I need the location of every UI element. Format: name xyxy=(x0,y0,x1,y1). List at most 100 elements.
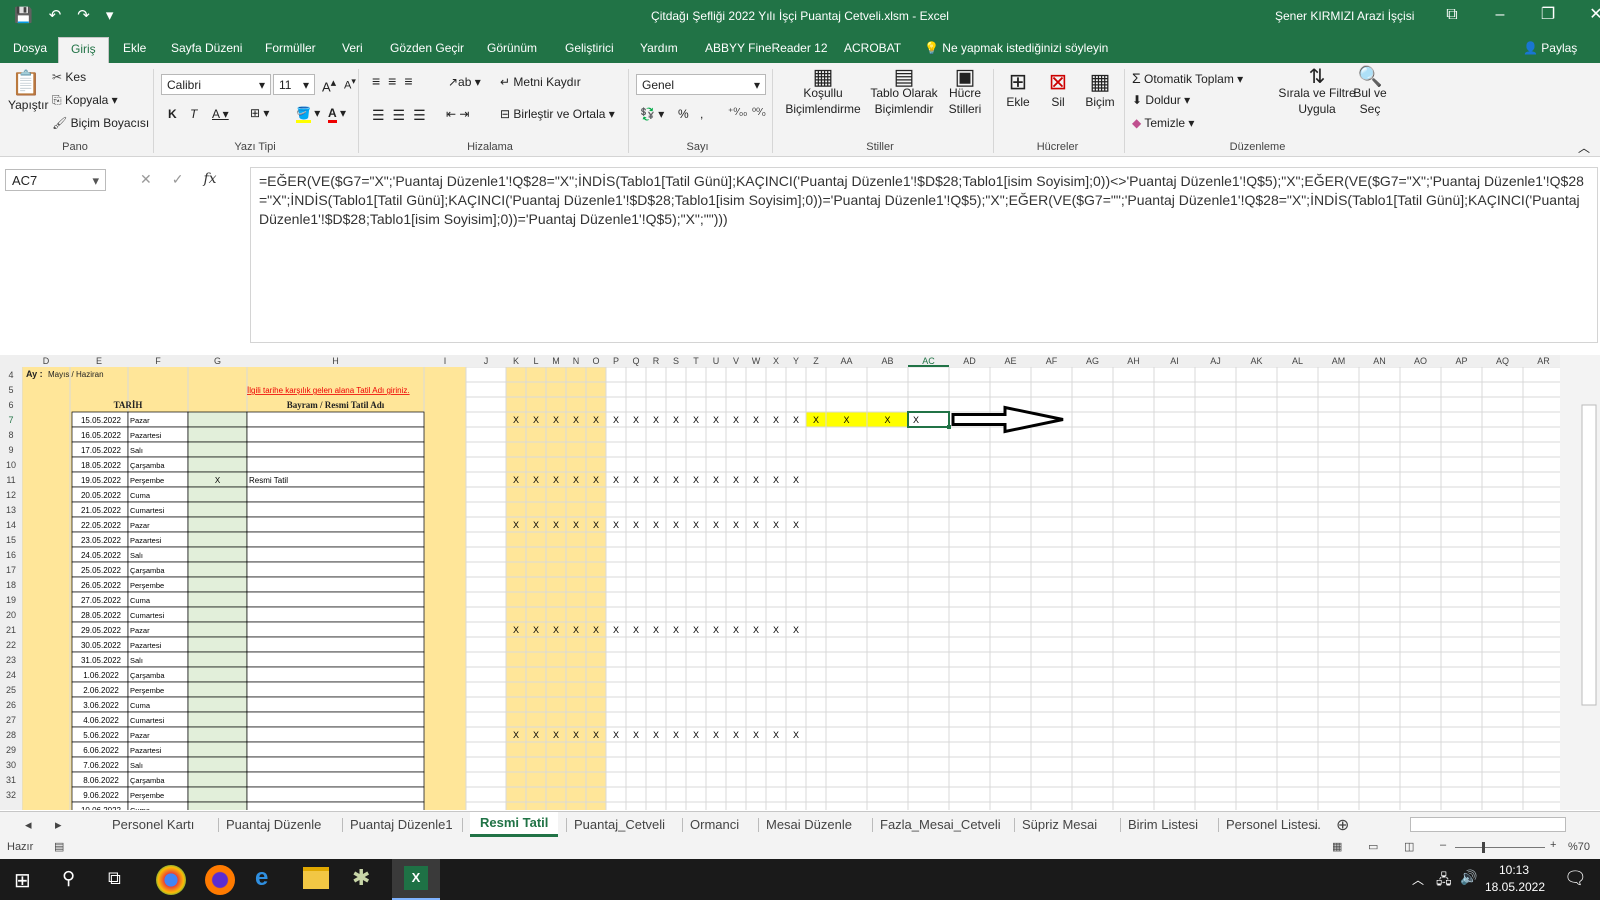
tab-abbyy[interactable]: ABBYY FineReader 12 xyxy=(705,41,828,55)
row-header[interactable]: 7 xyxy=(8,415,13,425)
column-header[interactable]: I xyxy=(444,356,447,366)
row-header[interactable]: 14 xyxy=(6,520,16,530)
column-header[interactable]: R xyxy=(653,356,660,366)
copy-button[interactable]: ⎘ Kopyala ▾ xyxy=(52,93,118,108)
column-header[interactable]: N xyxy=(573,356,580,366)
mark-cell[interactable] xyxy=(187,696,248,713)
firefox-icon[interactable] xyxy=(205,865,235,895)
row-header[interactable]: 23 xyxy=(6,655,16,665)
column-header[interactable]: AD xyxy=(963,356,976,366)
row-header[interactable]: 32 xyxy=(6,790,16,800)
fill-handle[interactable] xyxy=(947,425,951,429)
enter-icon[interactable]: ✓ xyxy=(172,171,184,188)
clock-time[interactable]: 10:13 xyxy=(1486,863,1542,877)
holiday-name-cell[interactable] xyxy=(246,741,425,758)
tab-developer[interactable]: Geliştirici xyxy=(565,41,614,55)
holiday-name-cell[interactable] xyxy=(246,516,425,533)
wrap-text-button[interactable]: ↵ Metni Kaydır xyxy=(500,75,581,89)
zoom-level[interactable]: %70 xyxy=(1568,841,1590,853)
paste-button[interactable]: 📋 Yapıştır xyxy=(8,69,48,112)
column-header[interactable]: O xyxy=(592,356,599,366)
row-header[interactable]: 31 xyxy=(6,775,16,785)
column-header[interactable]: K xyxy=(513,356,519,366)
tell-me-search[interactable]: 💡 Ne yapmak istediğinizi söyleyin xyxy=(924,41,1108,55)
clear-button[interactable]: ◆ Temizle ▾ xyxy=(1132,116,1194,130)
excel-taskbar-button[interactable]: X xyxy=(392,859,440,900)
column-header[interactable]: S xyxy=(673,356,679,366)
mark-cell[interactable] xyxy=(187,411,248,428)
edge-icon[interactable]: e xyxy=(255,864,268,892)
mark-cell[interactable] xyxy=(187,426,248,443)
tab-data[interactable]: Veri xyxy=(342,41,363,55)
row-header[interactable]: 24 xyxy=(6,670,16,680)
sheet-tab[interactable]: Resmi Tatil xyxy=(470,812,559,837)
save-icon[interactable]: 💾 xyxy=(14,7,33,25)
mark-cell[interactable] xyxy=(187,546,248,563)
redo-icon[interactable]: ↷ xyxy=(77,7,90,25)
horizontal-scrollbar[interactable] xyxy=(1410,817,1566,832)
macro-record-icon[interactable]: ▤ xyxy=(54,840,64,853)
holiday-name-cell[interactable] xyxy=(246,666,425,683)
holiday-name-cell[interactable] xyxy=(246,591,425,608)
row-header[interactable]: 19 xyxy=(6,595,16,605)
scroll-tabs-left-icon[interactable]: ◂ xyxy=(25,814,32,836)
collapse-ribbon-icon[interactable]: ︿ xyxy=(1578,139,1590,156)
column-header[interactable]: AO xyxy=(1414,356,1427,366)
row-header[interactable]: 26 xyxy=(6,700,16,710)
column-header[interactable]: F xyxy=(155,356,161,366)
format-cells-button[interactable]: ▦ Biçim xyxy=(1080,69,1120,109)
sheet-tab[interactable]: Ormanci xyxy=(690,814,739,836)
column-header[interactable]: M xyxy=(552,356,560,366)
tab-review[interactable]: Gözden Geçir xyxy=(390,41,464,55)
increase-decimal-button[interactable]: ⁺⁰⁄₀₀ xyxy=(728,107,747,118)
holiday-name-cell[interactable] xyxy=(246,531,425,548)
holiday-name-cell[interactable] xyxy=(246,561,425,578)
orientation-button[interactable]: ↗ab ▾ xyxy=(448,75,481,89)
holiday-name-cell[interactable] xyxy=(246,696,425,713)
mark-cell[interactable] xyxy=(187,486,248,503)
insert-cells-button[interactable]: ⊞ Ekle xyxy=(1000,69,1036,109)
find-select-button[interactable]: 🔍 Bul ve Seç xyxy=(1350,67,1390,117)
row-header[interactable]: 17 xyxy=(6,565,16,575)
mark-cell[interactable] xyxy=(187,651,248,668)
holiday-name-cell[interactable] xyxy=(246,636,425,653)
holiday-name-cell[interactable] xyxy=(246,606,425,623)
normal-view-icon[interactable]: ▦ xyxy=(1332,840,1342,853)
accounting-format-button[interactable]: 💱 ▾ xyxy=(640,107,664,121)
holiday-name-cell[interactable] xyxy=(246,711,425,728)
column-header[interactable]: AA xyxy=(840,356,852,366)
tab-view[interactable]: Görünüm xyxy=(487,41,537,55)
cell-styles-button[interactable]: ▣ Hücre Stilleri xyxy=(940,66,990,117)
delete-cells-button[interactable]: ⊠ Sil xyxy=(1040,69,1076,109)
conditional-formatting-button[interactable]: ▦ Koşullu Biçimlendirme xyxy=(778,66,868,117)
italic-button[interactable]: T xyxy=(190,107,197,121)
column-header[interactable]: AH xyxy=(1127,356,1140,366)
decrease-font-button[interactable]: A▾ xyxy=(344,76,356,92)
column-header[interactable]: AJ xyxy=(1210,356,1221,366)
holiday-name-cell[interactable] xyxy=(246,576,425,593)
worksheet[interactable]: D E F G H I J K L M N O P Q R S T U V W X Y Z AA AB AC AD AE AF AG AH A… xyxy=(0,355,1600,810)
cancel-icon[interactable]: ✕ xyxy=(140,171,152,188)
autosum-button[interactable]: Σ Otomatik Toplam ▾ xyxy=(1132,70,1243,86)
increase-font-button[interactable]: A▴ xyxy=(322,76,336,94)
mark-cell[interactable] xyxy=(187,516,248,533)
row-header[interactable]: 28 xyxy=(6,730,16,740)
column-header[interactable]: AB xyxy=(881,356,893,366)
mark-cell[interactable] xyxy=(187,606,248,623)
mark-cell[interactable] xyxy=(187,456,248,473)
column-header[interactable]: AP xyxy=(1455,356,1467,366)
column-header[interactable]: AR xyxy=(1537,356,1550,366)
row-header[interactable]: 25 xyxy=(6,685,16,695)
row-header[interactable]: 30 xyxy=(6,760,16,770)
column-header[interactable]: W xyxy=(752,356,761,366)
column-header[interactable]: AI xyxy=(1170,356,1179,366)
column-header[interactable]: AG xyxy=(1086,356,1099,366)
holiday-name-cell[interactable] xyxy=(246,786,425,803)
row-header[interactable]: 21 xyxy=(6,625,16,635)
share-button[interactable]: 👤 Paylaş xyxy=(1523,41,1577,55)
holiday-name-cell[interactable] xyxy=(246,456,425,473)
windows-start-icon[interactable]: ⊞ xyxy=(14,868,31,893)
row-header[interactable]: 12 xyxy=(6,490,16,500)
column-header[interactable]: Z xyxy=(813,356,819,366)
column-header[interactable]: AF xyxy=(1046,356,1058,366)
